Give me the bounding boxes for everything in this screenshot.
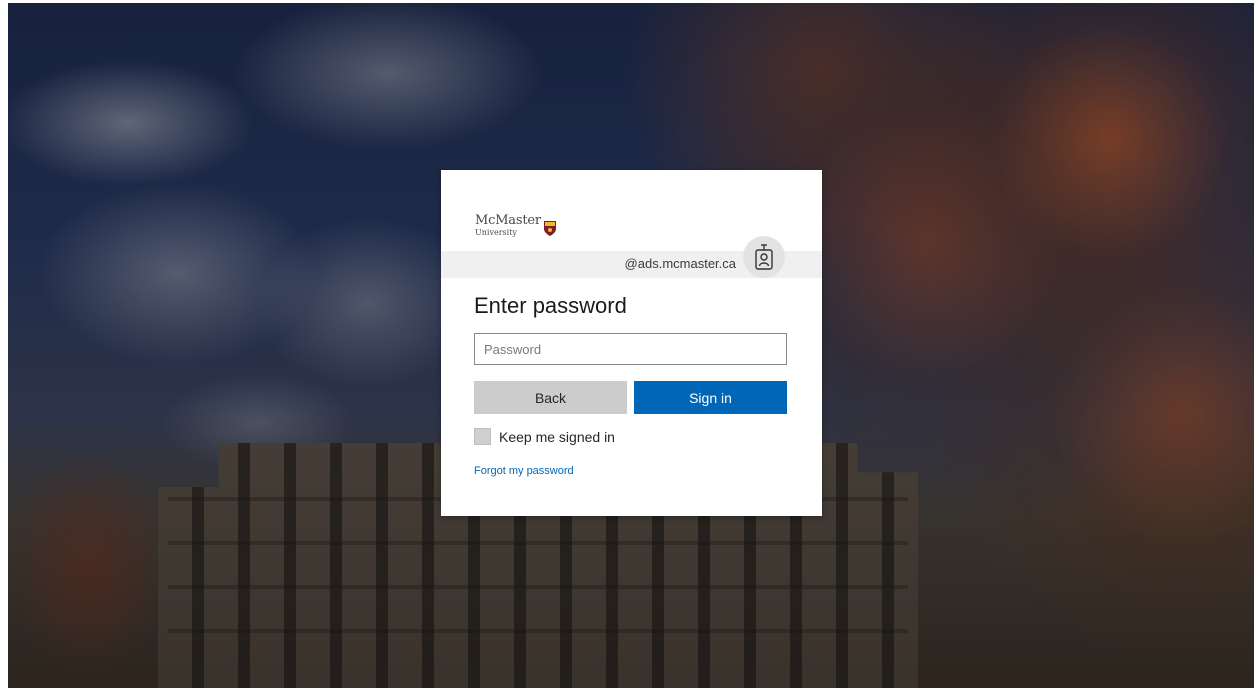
sign-in-button[interactable]: Sign in [634,381,787,414]
mcmaster-logo: McMaster University [475,201,556,237]
keep-signed-in-label: Keep me signed in [499,428,615,445]
back-button[interactable]: Back [474,381,627,414]
keep-signed-in-option[interactable]: Keep me signed in [474,428,615,445]
id-badge-icon [743,236,785,278]
forgot-password-link[interactable]: Forgot my password [474,465,574,477]
password-input[interactable] [474,333,787,365]
crest-icon [543,221,556,236]
logo-subname: University [475,228,517,237]
account-identifier: @ads.mcmaster.ca [624,256,736,271]
logo-name: McMaster [475,213,541,228]
page-title: Enter password [474,293,627,318]
keep-signed-in-checkbox[interactable] [474,428,491,445]
sign-in-card: McMaster University @ads.mcmaster.ca Ent… [441,170,822,516]
